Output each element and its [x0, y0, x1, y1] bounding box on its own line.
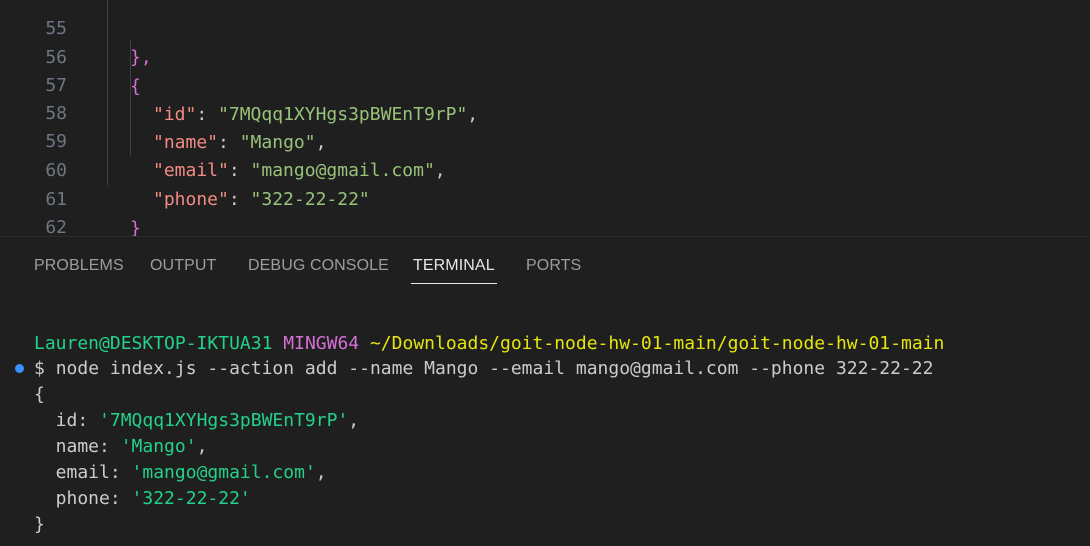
code-line: 61 } [0, 156, 1090, 236]
code-line: 56 { [0, 14, 1090, 97]
terminal-path: ~/Downloads/goit-node-hw-01-main/goit-no… [369, 333, 945, 354]
output-line: phone: '322-22-22' [34, 488, 251, 509]
panel-tabs: PROBLEMS OUTPUT DEBUG CONSOLE TERMINAL P… [0, 237, 1090, 293]
bottom-panel: PROBLEMS OUTPUT DEBUG CONSOLE TERMINAL P… [0, 236, 1090, 546]
output-value: 'mango@gmail.com' [131, 462, 316, 483]
line-number: 62 [45, 217, 67, 236]
terminal-command-line: $ node index.js --action add --name Mang… [34, 356, 933, 382]
code-line: 60 "phone": "322-22-22" [0, 127, 1090, 210]
output-line: name: 'Mango', [34, 436, 208, 457]
output-line: email: 'mango@gmail.com', [34, 462, 327, 483]
code-line: 57 "id": "7MQqq1XYHgs3pBWEnT9rP", [0, 42, 1090, 125]
terminal-command: node index.js --action add --name Mango … [55, 358, 934, 379]
output-value: '322-22-22' [131, 488, 251, 509]
terminal-prompt-info: Lauren@DESKTOP-IKTUA31 MINGW64 ~/Downloa… [34, 331, 944, 357]
code-line: 59 "email": "mango@gmail.com", [0, 98, 1090, 181]
code-line: 58 "name": "Mango", [0, 70, 1090, 153]
output-value: 'Mango' [120, 436, 197, 457]
tab-terminal[interactable]: TERMINAL [411, 255, 497, 284]
tab-problems[interactable]: PROBLEMS [34, 255, 124, 281]
output-line: id: '7MQqq1XYHgs3pBWEnT9rP', [34, 410, 360, 431]
tab-debug-console[interactable]: DEBUG CONSOLE [248, 255, 389, 281]
terminal-system: MINGW64 [283, 333, 360, 354]
terminal-user: Lauren@DESKTOP-IKTUA31 [34, 333, 273, 354]
active-tab-indicator [411, 283, 497, 284]
tab-ports[interactable]: PORTS [526, 255, 581, 281]
output-line: } [34, 514, 45, 535]
code-line: 62 ] [0, 184, 1090, 236]
terminal-prompt-symbol: $ [34, 358, 45, 379]
closing-brace: } [130, 218, 141, 236]
output-value: '7MQqq1XYHgs3pBWEnT9rP' [99, 410, 349, 431]
output-line: { [34, 384, 45, 405]
code-editor[interactable]: 55 }, 56 { 57 "id": "7MQqq1XYHgs3pBWEnT9… [0, 0, 1090, 236]
code-line: 55 }, [0, 0, 1090, 68]
command-status-dot-icon[interactable] [15, 364, 24, 373]
tab-output[interactable]: OUTPUT [150, 255, 216, 281]
